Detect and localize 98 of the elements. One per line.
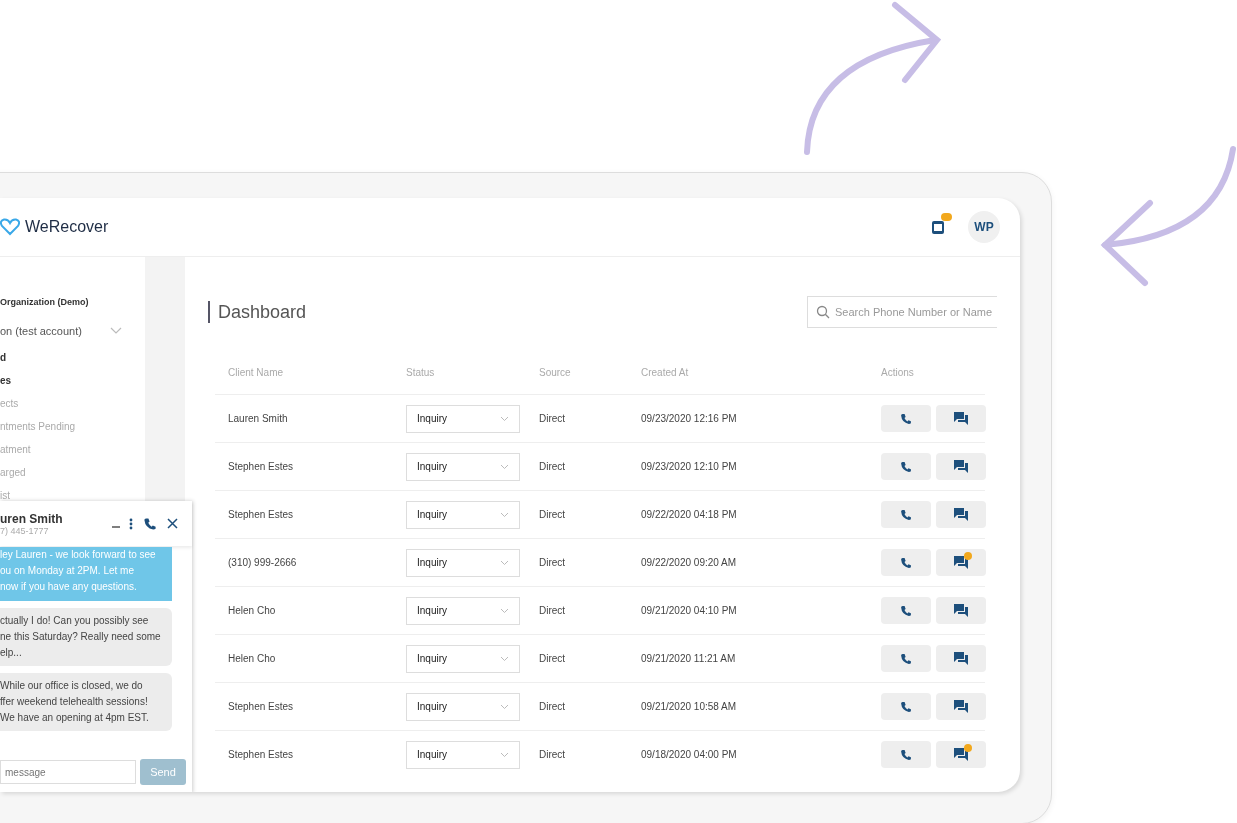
chat-bubbles-icon <box>954 556 968 569</box>
chevron-down-icon <box>500 559 509 566</box>
source-cell-text: Direct <box>539 557 567 568</box>
page-title: Dashboard <box>208 301 307 323</box>
message-button[interactable] <box>936 597 986 624</box>
created-at-cell-text: 09/21/2020 04:10 PM <box>641 605 738 616</box>
chevron-down-icon <box>500 751 509 758</box>
phone-icon <box>899 747 913 762</box>
client-name: Stephen Estes <box>228 461 295 472</box>
created-at-cell-text: 09/22/2020 04:18 PM <box>641 509 738 520</box>
status-dropdown[interactable]: Inquiry <box>406 596 520 625</box>
phone-icon <box>899 459 913 474</box>
source-cell-text: Direct <box>539 605 567 616</box>
created-at-cell-text: 09/22/2020 09:20 AM <box>641 557 738 568</box>
message-button[interactable] <box>936 501 986 528</box>
call-button[interactable] <box>881 501 931 528</box>
client-name: (310) 999-2666 <box>228 557 298 568</box>
source-cell-text: Direct <box>539 413 567 424</box>
message-button[interactable] <box>936 453 986 480</box>
chevron-down-icon <box>110 327 122 335</box>
call-button[interactable] <box>881 453 931 480</box>
call-button[interactable] <box>881 597 931 624</box>
organization-label: Organization (Demo) <box>0 297 90 309</box>
chevron-down-icon <box>500 703 509 710</box>
message-input[interactable]: message <box>0 760 136 784</box>
column-header: Status <box>406 366 436 378</box>
source-cell-text: Direct <box>539 461 567 472</box>
tablet-icon[interactable] <box>930 218 946 236</box>
sidebar-item[interactable]: es <box>0 369 145 392</box>
client-name: Stephen Estes <box>228 509 295 520</box>
chevron-down-icon <box>500 607 509 614</box>
client-name: Helen Cho <box>228 653 277 664</box>
chevron-down-icon <box>500 655 509 662</box>
client-name: Helen Cho <box>228 605 277 616</box>
source-cell-text: Direct <box>539 509 567 520</box>
brand-name: WeRecover <box>25 218 109 236</box>
status-dropdown[interactable]: Inquiry <box>406 644 520 673</box>
call-button[interactable] <box>881 405 931 432</box>
status-dropdown[interactable]: Inquiry <box>406 548 520 577</box>
message-button[interactable] <box>936 645 986 672</box>
sidebar-item[interactable]: d <box>0 346 145 369</box>
phone-icon <box>899 507 913 522</box>
status-dropdown[interactable]: Inquiry <box>406 500 520 529</box>
call-button[interactable] <box>881 549 931 576</box>
chat-message: ctually I do! Can you possibly see ne this Saturday? Really need some elp... <box>0 608 172 666</box>
search-icon <box>816 305 830 319</box>
status-dropdown[interactable]: Inquiry <box>406 452 520 481</box>
source-cell-text: Direct <box>539 653 567 664</box>
user-avatar[interactable]: WP <box>968 211 1000 243</box>
status-dropdown[interactable]: Inquiry <box>406 692 520 721</box>
close-icon[interactable] <box>167 518 178 529</box>
phone-icon <box>899 651 913 666</box>
contact-name: uren Smith <box>0 511 64 526</box>
created-at-cell-text: 09/18/2020 04:00 PM <box>641 749 738 760</box>
message-button[interactable] <box>936 693 986 720</box>
chat-message: ley Lauren - we look forward to see ou on Monday at 2PM. Let me now if you have any questions. <box>0 547 172 601</box>
phone-icon[interactable] <box>142 515 158 532</box>
status-dropdown[interactable]: Inquiry <box>406 404 520 433</box>
created-at-cell-text: 09/23/2020 12:16 PM <box>641 413 738 424</box>
chat-bubbles-icon <box>954 508 968 521</box>
status-dropdown[interactable]: Inquiry <box>406 740 520 769</box>
chevron-down-icon <box>500 511 509 518</box>
contact-phone: 7) 445-1777 <box>0 525 50 536</box>
chat-bubbles-icon <box>954 652 968 665</box>
call-button[interactable] <box>881 693 931 720</box>
column-header: Client Name <box>228 366 285 378</box>
phone-icon <box>899 555 913 570</box>
call-button[interactable] <box>881 741 931 768</box>
chat-bubbles-icon <box>954 604 968 617</box>
created-at-cell-text: 09/21/2020 11:21 AM <box>641 653 737 664</box>
chevron-down-icon <box>500 463 509 470</box>
column-header: Created At <box>641 366 690 378</box>
chat-bubbles-icon <box>954 700 968 713</box>
phone-icon <box>899 699 913 714</box>
chat-message: While our office is closed, we do ffer weekend telehealth sessions! We have an opening at 4pm EST. <box>0 673 172 731</box>
chat-bubbles-icon <box>954 412 968 425</box>
chat-bubbles-icon <box>954 748 968 761</box>
chat-bubbles-icon <box>954 460 968 473</box>
column-header: Actions <box>881 366 915 378</box>
search-field[interactable]: Search Phone Number or Name <box>807 296 997 328</box>
more-options-icon[interactable] <box>129 517 133 530</box>
phone-icon <box>899 603 913 618</box>
message-button[interactable] <box>936 405 986 432</box>
source-cell-text: Direct <box>539 749 567 760</box>
client-name: Stephen Estes <box>228 749 295 760</box>
client-name: Lauren Smith <box>228 413 289 424</box>
message-button[interactable] <box>936 741 986 768</box>
created-at-cell-text: 09/21/2020 10:58 AM <box>641 701 738 712</box>
account-dropdown[interactable]: on (test account) <box>0 321 122 341</box>
heart-logo-icon <box>0 218 20 236</box>
message-button[interactable] <box>936 549 986 576</box>
column-header: Source <box>539 366 572 378</box>
created-at-cell-text: 09/23/2020 12:10 PM <box>641 461 738 472</box>
client-name: Stephen Estes <box>228 701 295 712</box>
source-cell-text: Direct <box>539 701 567 712</box>
phone-icon <box>899 411 913 426</box>
chevron-down-icon <box>500 415 509 422</box>
call-button[interactable] <box>881 645 931 672</box>
